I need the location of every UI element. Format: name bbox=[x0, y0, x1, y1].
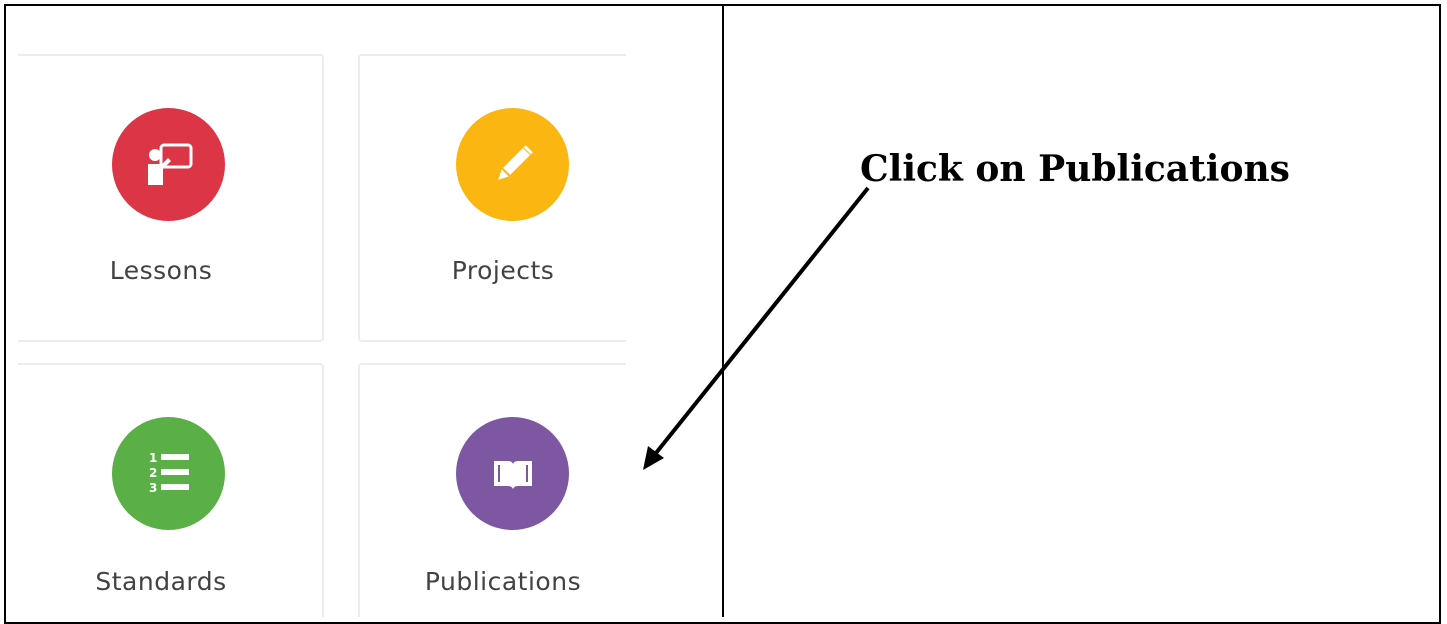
pointer-arrow bbox=[643, 186, 870, 470]
